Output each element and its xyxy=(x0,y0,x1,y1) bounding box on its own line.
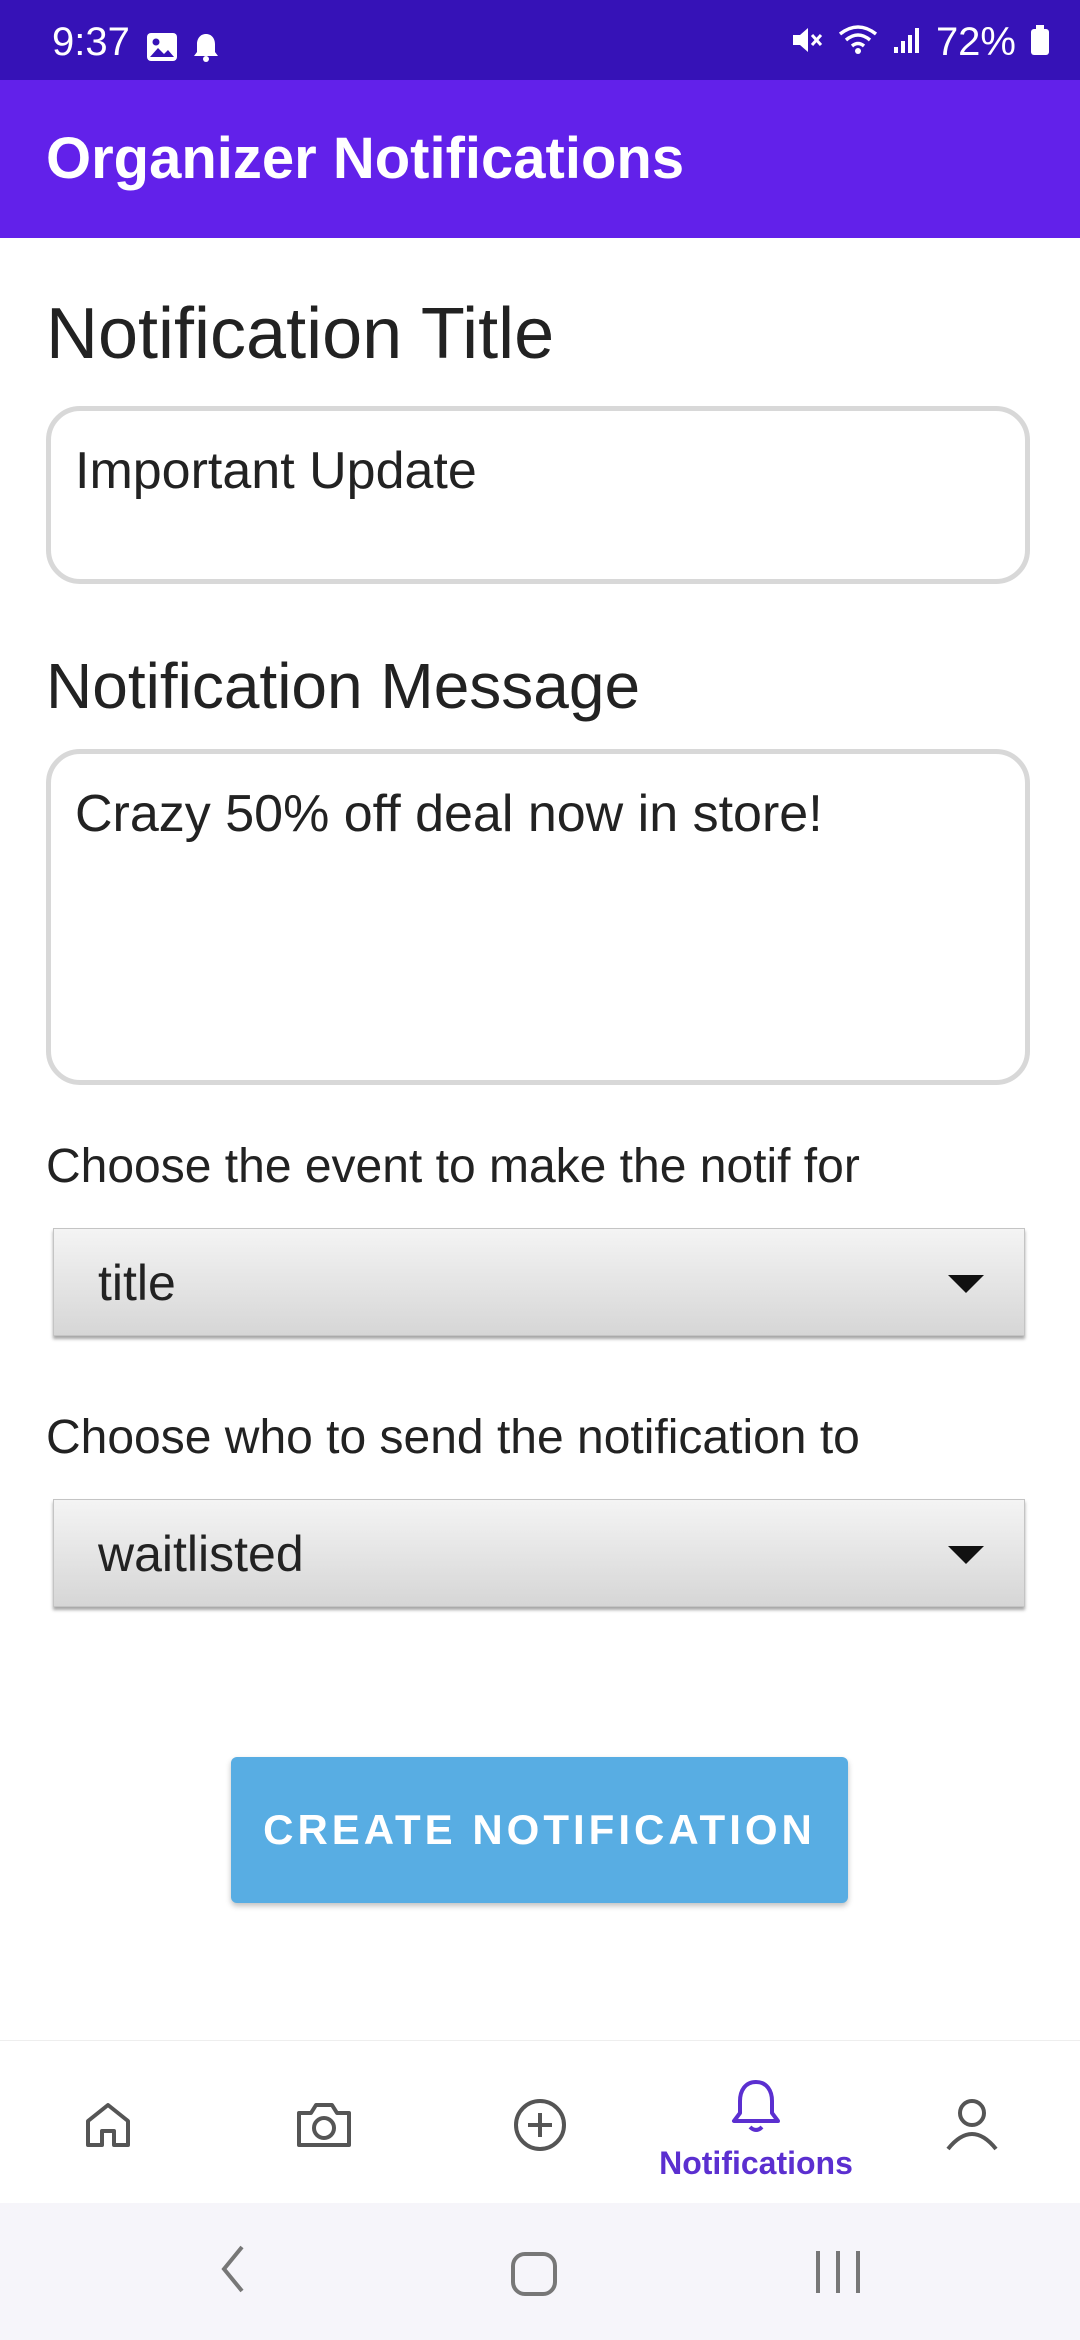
profile-icon xyxy=(944,2095,1000,2158)
notification-title-input[interactable]: Important Update xyxy=(46,406,1030,584)
notification-message-label: Notification Message xyxy=(46,650,641,722)
notification-title-value: Important Update xyxy=(75,442,477,500)
signal-icon xyxy=(892,25,922,60)
status-time: 9:37 xyxy=(52,20,130,64)
wifi-icon xyxy=(838,24,878,61)
mute-icon xyxy=(790,24,824,61)
home-icon xyxy=(82,2099,134,2156)
event-dropdown[interactable]: title xyxy=(53,1228,1025,1336)
add-circle-icon xyxy=(512,2097,568,2158)
dropdown-arrow-icon xyxy=(948,1275,984,1298)
image-icon xyxy=(146,32,178,67)
nav-item-home[interactable] xyxy=(0,2041,216,2204)
battery-percent: 72% xyxy=(935,20,1016,64)
create-notification-button[interactable]: CREATE NOTIFICATION xyxy=(231,1757,848,1903)
bottom-navigation: Notifications xyxy=(0,2040,1080,2204)
status-bar: 9:37 72% xyxy=(0,0,1080,80)
nav-item-camera[interactable] xyxy=(216,2041,432,2204)
bell-icon xyxy=(728,2077,784,2140)
system-navigation-bar xyxy=(0,2203,1080,2340)
notification-message-input[interactable]: Crazy 50% off deal now in store! xyxy=(46,749,1030,1085)
recipient-select-label: Choose who to send the notification to xyxy=(46,1411,860,1464)
nav-item-profile[interactable] xyxy=(864,2041,1080,2204)
notification-message-value: Crazy 50% off deal now in store! xyxy=(75,785,823,843)
bell-icon xyxy=(192,32,220,67)
nav-label-notifications: Notifications xyxy=(659,2145,853,2181)
battery-icon xyxy=(1030,24,1050,61)
event-select-label: Choose the event to make the notif for xyxy=(46,1140,860,1193)
dropdown-arrow-icon xyxy=(948,1546,984,1569)
back-icon[interactable] xyxy=(218,2241,248,2302)
camera-icon xyxy=(295,2099,353,2154)
app-bar: Organizer Notifications xyxy=(0,80,1080,238)
nav-item-notifications[interactable]: Notifications xyxy=(648,2041,864,2204)
nav-item-add[interactable] xyxy=(432,2041,648,2204)
recipient-dropdown-value: waitlisted xyxy=(98,1526,304,1582)
recipient-dropdown[interactable]: waitlisted xyxy=(53,1499,1025,1607)
recents-icon[interactable] xyxy=(812,2249,864,2300)
event-dropdown-value: title xyxy=(98,1255,176,1311)
home-button-icon[interactable] xyxy=(510,2251,558,2302)
app-title: Organizer Notifications xyxy=(46,126,685,191)
notification-title-label: Notification Title xyxy=(46,294,555,374)
